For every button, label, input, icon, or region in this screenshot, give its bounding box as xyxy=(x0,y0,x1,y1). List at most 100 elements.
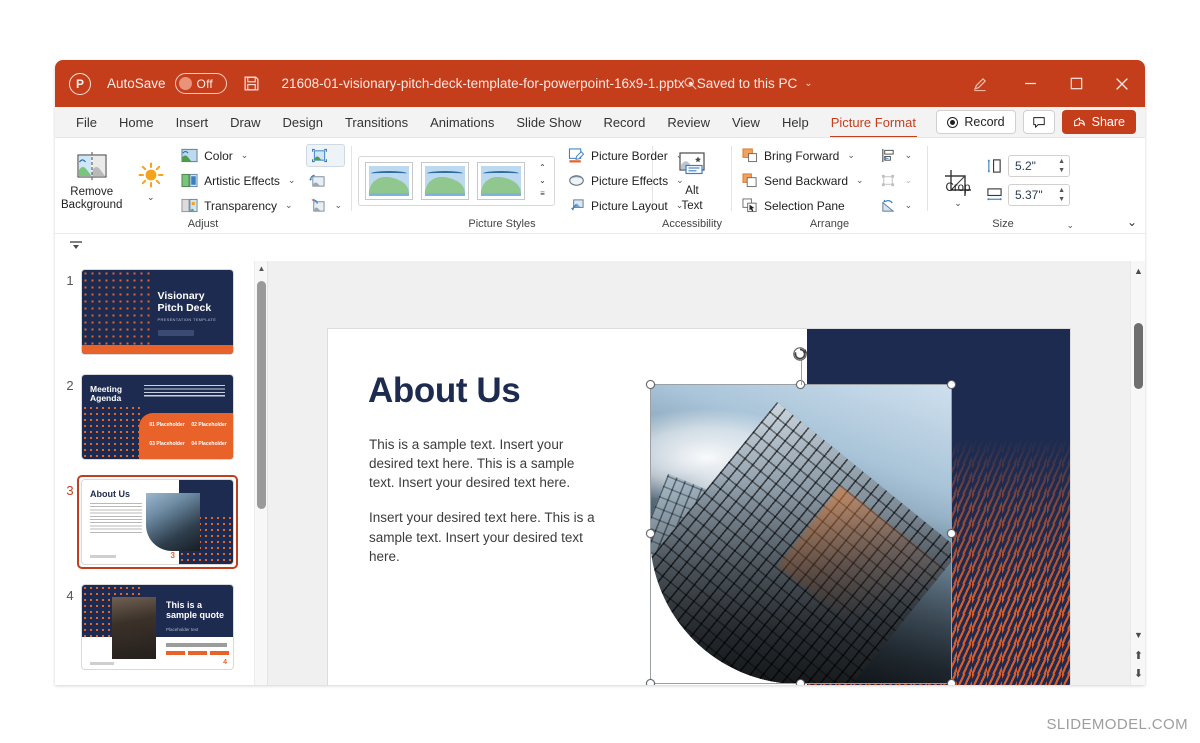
tab-view[interactable]: View xyxy=(721,112,771,133)
gallery-more-button[interactable]: ≡ xyxy=(535,188,550,200)
thumbnail-scroll-up-button[interactable]: ▲ xyxy=(255,261,267,276)
slide-1-subtitle: PRESENTATION TEMPLATE xyxy=(157,317,217,322)
slide-thumbnail-4[interactable]: 4 This is a sample quote Placeholder tex… xyxy=(59,584,234,670)
shape-height-field[interactable]: 5.2" ▲ ▼ xyxy=(986,155,1070,178)
slide-body-text[interactable]: This is a sample text. Insert your desir… xyxy=(369,435,601,566)
tab-picture-format[interactable]: Picture Format xyxy=(820,112,927,138)
slide-thumbnail-3[interactable]: 3 About Us 3 xyxy=(59,475,238,569)
reset-picture-button[interactable]: ⌄ xyxy=(306,194,345,217)
picture-style-option[interactable] xyxy=(365,161,413,200)
tab-record[interactable]: Record xyxy=(592,112,656,133)
collapse-ribbon-icon[interactable] xyxy=(69,239,83,257)
slide-thumbnail-4-canvas[interactable]: This is a sample quote Placeholder text … xyxy=(81,584,234,670)
artistic-effects-caret-icon[interactable]: ⌄ xyxy=(288,175,296,186)
slide-thumbnail-3-canvas[interactable]: About Us 3 xyxy=(81,479,234,565)
bring-forward-button[interactable]: Bring Forward ⌄ xyxy=(738,144,867,167)
shape-width-spinner[interactable]: ▲ ▼ xyxy=(1058,187,1065,203)
tab-draw[interactable]: Draw xyxy=(219,112,271,133)
shape-width-field[interactable]: 5.37" ▲ ▼ xyxy=(986,184,1070,207)
comments-button[interactable] xyxy=(1022,110,1055,134)
slide-2-dot-pattern xyxy=(82,405,143,459)
rotate-objects-icon xyxy=(880,197,897,214)
tab-animations[interactable]: Animations xyxy=(419,112,505,133)
search-icon[interactable] xyxy=(675,71,705,97)
close-icon[interactable] xyxy=(1099,60,1145,107)
slide-thumbnail-pane[interactable]: 1 Visionary Pitch Deck PRESENTATION TEMP… xyxy=(55,261,268,685)
transparency-caret-icon[interactable]: ⌄ xyxy=(285,200,293,211)
send-backward-label: Send Backward xyxy=(764,173,849,188)
align-button[interactable]: ⌄ xyxy=(877,144,916,167)
slide-thumbnail-1[interactable]: 1 Visionary Pitch Deck PRESENTATION TEMP… xyxy=(59,269,234,355)
slide-number-4: 4 xyxy=(66,588,74,603)
chevron-down-icon[interactable]: ⌄ xyxy=(804,78,812,89)
tab-insert[interactable]: Insert xyxy=(165,112,220,133)
corrections-button[interactable]: ⌄ xyxy=(123,158,178,202)
tab-file[interactable]: File xyxy=(65,112,108,133)
slide-4-portrait xyxy=(112,597,156,659)
thumbnail-scrollbar-thumb[interactable] xyxy=(257,281,266,509)
tab-help[interactable]: Help xyxy=(771,112,820,133)
selection-pane-button[interactable]: Selection Pane xyxy=(738,194,867,217)
shape-width-icon xyxy=(986,187,1003,204)
slide-picture[interactable] xyxy=(650,384,952,684)
tab-design[interactable]: Design xyxy=(272,112,334,133)
tab-home[interactable]: Home xyxy=(108,112,165,133)
powerpoint-logo-icon: P xyxy=(69,72,91,95)
gallery-scroll-up-button[interactable]: ⌃ xyxy=(535,162,550,174)
remove-background-button[interactable]: Remove Background xyxy=(61,149,122,212)
transparency-button[interactable]: Transparency ⌄ xyxy=(178,194,298,217)
canvas-scrollbar-thumb[interactable] xyxy=(1134,323,1143,389)
change-picture-button[interactable] xyxy=(306,169,345,192)
ribbon-collapse-button[interactable]: ⌄ xyxy=(1127,215,1137,229)
corrections-caret-icon[interactable]: ⌄ xyxy=(147,192,155,202)
canvas-scroll-up-button[interactable]: ▲ xyxy=(1131,263,1145,279)
canvas-scroll-down-button[interactable]: ▼ xyxy=(1131,627,1145,643)
compress-pictures-button[interactable] xyxy=(306,144,345,167)
tab-review[interactable]: Review xyxy=(656,112,721,133)
color-button[interactable]: Color ⌄ xyxy=(178,144,298,167)
picture-style-option[interactable] xyxy=(421,161,469,200)
slide-title[interactable]: About Us xyxy=(368,371,521,411)
rotate-caret-icon[interactable]: ⌄ xyxy=(905,200,913,211)
size-fields: 5.2" ▲ ▼ 5.37" ▲ ▼ xyxy=(986,155,1070,207)
slide-thumbnail-1-canvas[interactable]: Visionary Pitch Deck PRESENTATION TEMPLA… xyxy=(81,269,234,355)
send-backward-caret-icon[interactable]: ⌄ xyxy=(856,175,864,186)
tab-slide-show[interactable]: Slide Show xyxy=(505,112,592,133)
picture-styles-gallery[interactable]: ⌃ ⌄ ≡ xyxy=(358,155,555,206)
ink-pen-icon[interactable] xyxy=(953,60,1007,107)
bring-forward-caret-icon[interactable]: ⌄ xyxy=(847,150,855,161)
change-picture-icon xyxy=(309,172,326,189)
adjust-icon-column: ⌄ xyxy=(306,144,345,217)
crop-button[interactable]: ⌄ Crop xyxy=(934,166,982,208)
artistic-effects-button[interactable]: Artistic Effects ⌄ xyxy=(178,169,298,192)
shape-width-input[interactable]: 5.37" ▲ ▼ xyxy=(1008,184,1070,206)
slide-canvas[interactable]: About Us This is a sample text. Insert y… xyxy=(328,329,1070,685)
autosave-toggle[interactable]: Off xyxy=(174,73,227,94)
slide-thumbnail-2-canvas[interactable]: Meeting Agenda 01 Placeholder 02 Placeho… xyxy=(81,374,234,460)
thumbnail-pane-scrollbar[interactable]: ▲ xyxy=(254,261,267,685)
align-caret-icon[interactable]: ⌄ xyxy=(905,150,913,161)
minimize-icon[interactable] xyxy=(1007,60,1053,107)
record-button[interactable]: Record xyxy=(936,110,1016,134)
shape-height-input[interactable]: 5.2" ▲ ▼ xyxy=(1008,155,1070,177)
picture-style-option[interactable] xyxy=(477,161,525,200)
gallery-scroll-down-button[interactable]: ⌄ xyxy=(535,175,550,187)
rotate-button[interactable]: ⌄ xyxy=(877,194,916,217)
color-caret-icon[interactable]: ⌄ xyxy=(241,150,249,161)
slide-thumbnail-2[interactable]: 2 Meeting Agenda 01 Placeholder 02 Place… xyxy=(59,374,234,460)
size-dialog-launcher[interactable]: ⌄ xyxy=(1066,220,1074,231)
save-icon[interactable] xyxy=(243,75,260,92)
next-slide-button[interactable]: ⬇ xyxy=(1131,665,1145,681)
share-button[interactable]: Share xyxy=(1061,110,1136,134)
previous-slide-button[interactable]: ⬆ xyxy=(1131,647,1145,663)
reset-picture-caret-icon[interactable]: ⌄ xyxy=(334,200,342,211)
canvas-scrollbar[interactable]: ▲ ▼ ⬆ ⬇ xyxy=(1130,261,1145,685)
slide-canvas-pane[interactable]: About Us This is a sample text. Insert y… xyxy=(268,261,1145,685)
shape-height-spinner[interactable]: ▲ ▼ xyxy=(1058,158,1065,174)
alt-text-button[interactable]: Alt Text xyxy=(659,148,725,212)
maximize-icon[interactable] xyxy=(1053,60,1099,107)
document-title[interactable]: 21608-01-visionary-pitch-deck-template-f… xyxy=(282,76,813,91)
crop-caret-icon[interactable]: ⌄ xyxy=(954,198,962,208)
tab-transitions[interactable]: Transitions xyxy=(334,112,419,133)
send-backward-button[interactable]: Send Backward ⌄ xyxy=(738,169,867,192)
